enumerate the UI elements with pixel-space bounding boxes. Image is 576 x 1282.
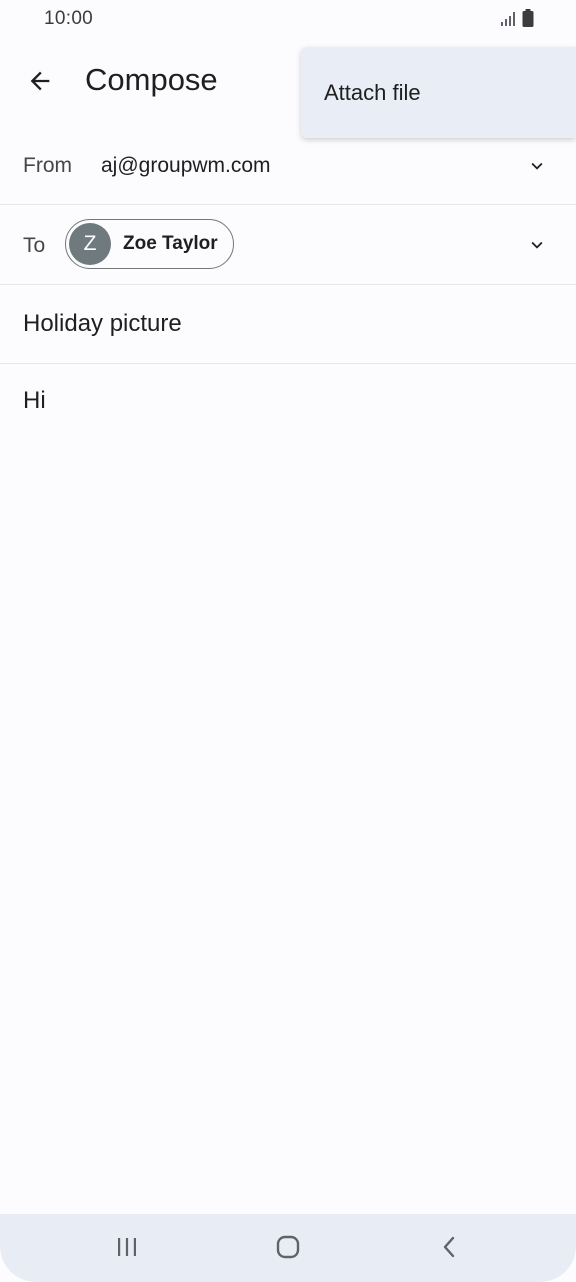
from-value[interactable]: aj@groupwm.com bbox=[101, 154, 271, 178]
to-label: To bbox=[23, 234, 46, 257]
recents-button[interactable] bbox=[112, 1234, 142, 1264]
compose-screen: 10:00 Compose Attach file From aj@groupw… bbox=[0, 0, 576, 1282]
home-icon bbox=[275, 1234, 301, 1265]
body-text: Hi bbox=[23, 387, 46, 414]
page-title: Compose bbox=[85, 62, 218, 97]
chevron-down-icon[interactable] bbox=[526, 234, 548, 256]
recipient-name: Zoe Taylor bbox=[123, 233, 218, 254]
menu-item-attach-file[interactable]: Attach file bbox=[301, 47, 576, 138]
chevron-down-icon[interactable] bbox=[526, 155, 548, 177]
status-bar: 10:00 bbox=[0, 0, 576, 38]
subject-row[interactable]: Holiday picture bbox=[0, 285, 576, 364]
recents-icon bbox=[115, 1235, 139, 1264]
subject-field[interactable]: Holiday picture bbox=[23, 310, 182, 338]
status-time: 10:00 bbox=[44, 8, 94, 29]
back-icon bbox=[438, 1235, 462, 1264]
system-back-button[interactable] bbox=[435, 1234, 465, 1264]
home-button[interactable] bbox=[273, 1234, 303, 1264]
menu-item-label: Attach file bbox=[324, 79, 421, 105]
status-icons bbox=[500, 9, 534, 32]
from-row: From aj@groupwm.com bbox=[0, 128, 576, 205]
back-button[interactable] bbox=[20, 63, 60, 103]
avatar: Z bbox=[69, 223, 111, 265]
signal-icon bbox=[500, 11, 516, 32]
body-field[interactable]: Hi bbox=[0, 364, 576, 1214]
arrow-left-icon bbox=[26, 67, 54, 100]
navigation-bar bbox=[0, 1214, 576, 1282]
battery-icon bbox=[522, 9, 534, 32]
to-row: To Z Zoe Taylor bbox=[0, 205, 576, 285]
from-label: From bbox=[23, 154, 72, 177]
overflow-menu: Attach file bbox=[301, 47, 576, 138]
recipient-chip[interactable]: Z Zoe Taylor bbox=[65, 219, 234, 269]
